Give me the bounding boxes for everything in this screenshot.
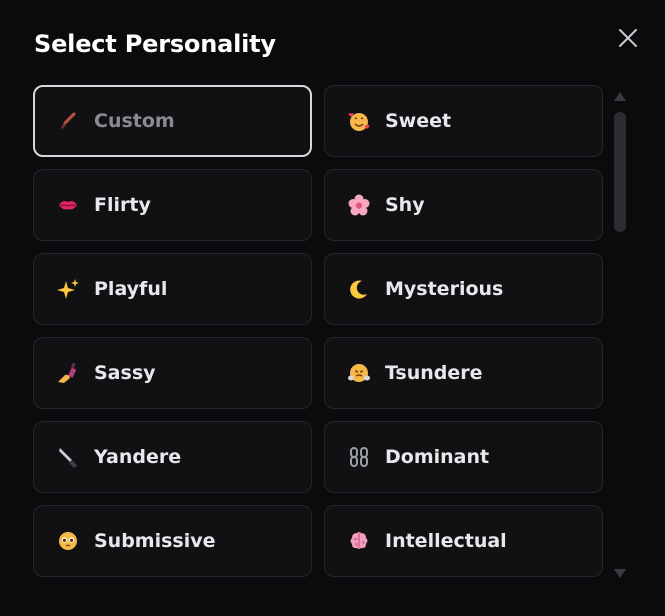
personality-option-intellectual[interactable]: Intellectual bbox=[324, 505, 603, 577]
select-personality-dialog: Select Personality Custom Sweet Flirty S… bbox=[0, 0, 665, 616]
scroll-down-arrow-icon[interactable] bbox=[614, 569, 626, 578]
personality-option-playful[interactable]: Playful bbox=[33, 253, 312, 325]
personality-label: Dominant bbox=[385, 446, 490, 468]
personality-option-dominant[interactable]: Dominant bbox=[324, 421, 603, 493]
personality-label: Submissive bbox=[94, 530, 216, 552]
personality-option-sassy[interactable]: Sassy bbox=[33, 337, 312, 409]
knife-icon bbox=[56, 445, 80, 469]
personality-option-custom[interactable]: Custom bbox=[33, 85, 312, 157]
personality-option-flirty[interactable]: Flirty bbox=[33, 169, 312, 241]
personality-option-yandere[interactable]: Yandere bbox=[33, 421, 312, 493]
scrollbar[interactable] bbox=[611, 92, 629, 578]
personality-label: Tsundere bbox=[385, 362, 483, 384]
personality-label: Yandere bbox=[94, 446, 182, 468]
personality-label: Custom bbox=[94, 110, 175, 132]
close-icon bbox=[619, 29, 637, 47]
nail-polish-icon bbox=[56, 361, 80, 385]
scroll-up-arrow-icon[interactable] bbox=[614, 92, 626, 101]
kiss-mark-icon bbox=[56, 193, 80, 217]
personality-label: Mysterious bbox=[385, 278, 504, 300]
face-with-steam-icon bbox=[347, 361, 371, 385]
personality-option-sweet[interactable]: Sweet bbox=[324, 85, 603, 157]
cherry-blossom-icon bbox=[347, 193, 371, 217]
personality-option-mysterious[interactable]: Mysterious bbox=[324, 253, 603, 325]
close-button[interactable] bbox=[614, 24, 642, 52]
pleading-face-icon bbox=[56, 529, 80, 553]
sparkles-icon bbox=[56, 277, 80, 301]
personality-label: Intellectual bbox=[385, 530, 507, 552]
personality-label: Playful bbox=[94, 278, 168, 300]
chains-icon bbox=[347, 445, 371, 469]
scroll-thumb[interactable] bbox=[614, 112, 626, 232]
crescent-moon-icon bbox=[347, 277, 371, 301]
personality-label: Flirty bbox=[94, 194, 151, 216]
personality-grid: Custom Sweet Flirty Shy Playful Mysterio… bbox=[33, 85, 603, 577]
dialog-title: Select Personality bbox=[34, 30, 276, 58]
paintbrush-icon bbox=[56, 109, 80, 133]
personality-option-submissive[interactable]: Submissive bbox=[33, 505, 312, 577]
personality-option-tsundere[interactable]: Tsundere bbox=[324, 337, 603, 409]
personality-label: Sassy bbox=[94, 362, 156, 384]
personality-option-shy[interactable]: Shy bbox=[324, 169, 603, 241]
personality-label: Shy bbox=[385, 194, 425, 216]
brain-icon bbox=[347, 529, 371, 553]
smiling-face-with-hearts-icon bbox=[347, 109, 371, 133]
personality-label: Sweet bbox=[385, 110, 452, 132]
